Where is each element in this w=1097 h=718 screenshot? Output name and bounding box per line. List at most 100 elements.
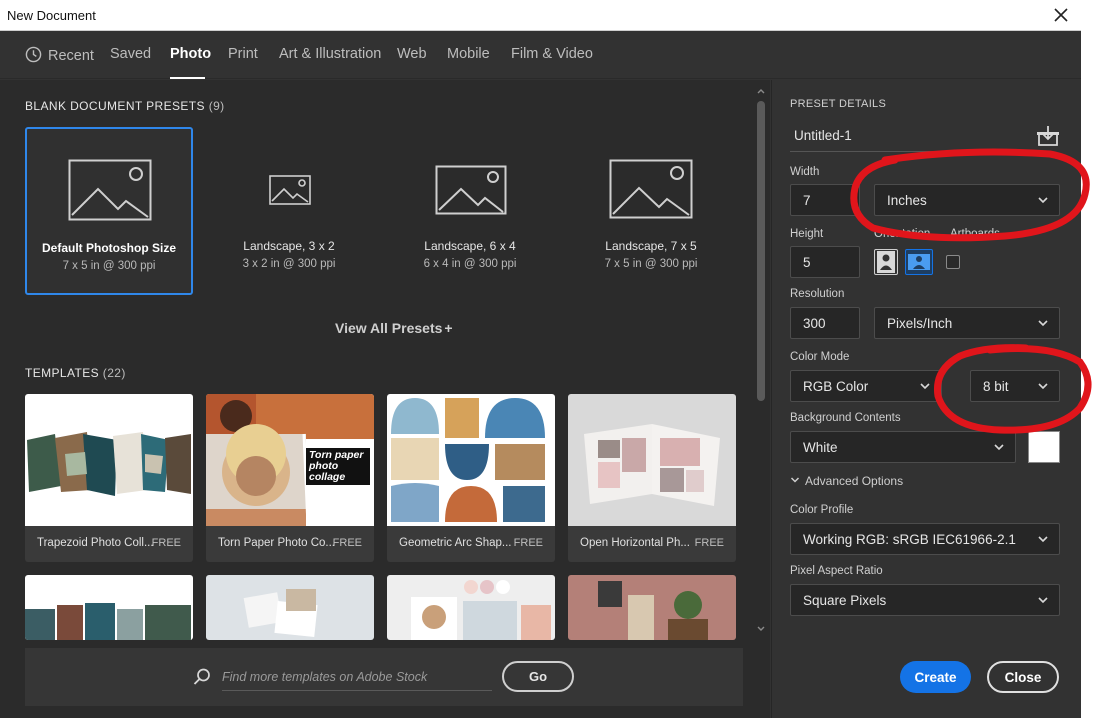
- resolution-unit-select[interactable]: Pixels/Inch: [874, 307, 1060, 339]
- save-preset-icon: [1037, 126, 1059, 146]
- plus-icon: +: [444, 320, 453, 336]
- close-button[interactable]: Close: [987, 661, 1059, 693]
- tab-mobile[interactable]: Mobile: [447, 46, 490, 62]
- width-input[interactable]: 7: [790, 184, 860, 216]
- thumb-caption: Torn paper photo collage: [306, 448, 370, 485]
- template-thumbnail: [568, 575, 736, 640]
- new-document-dialog: New Document Recent Saved Photo Print Ar…: [0, 0, 1081, 718]
- preset-name: Landscape, 7 x 5: [605, 239, 697, 253]
- image-placeholder-icon: [68, 159, 152, 221]
- window-title: New Document: [7, 8, 96, 23]
- template-thumbnail: [25, 575, 193, 640]
- template-name: Trapezoid Photo Coll...: [37, 537, 154, 549]
- template-card-row2-2[interactable]: [206, 575, 374, 640]
- background-contents-label: Background Contents: [790, 412, 901, 424]
- background-color-swatch[interactable]: [1028, 431, 1060, 463]
- preset-size: 3 x 2 in @ 300 ppi: [242, 258, 336, 270]
- templates-heading-label: TEMPLATES: [25, 366, 100, 380]
- bit-depth-select[interactable]: 8 bit: [970, 370, 1060, 402]
- document-name-field[interactable]: Untitled-1: [790, 122, 1030, 152]
- tab-film-video[interactable]: Film & Video: [511, 46, 593, 62]
- title-bar: New Document: [0, 0, 1081, 31]
- presets-scrollbar[interactable]: [754, 83, 768, 638]
- color-profile-value: Working RGB: sRGB IEC61966-2.1: [803, 532, 1016, 547]
- template-thumbnail: [387, 575, 555, 640]
- view-all-presets-link[interactable]: View All Presets +: [335, 320, 453, 336]
- preset-card-landscape-7x5[interactable]: Landscape, 7 x 5 7 x 5 in @ 300 ppi: [567, 127, 735, 295]
- template-thumbnail: Torn paper photo collage: [206, 394, 374, 526]
- image-placeholder-icon: [609, 159, 693, 219]
- tab-web[interactable]: Web: [397, 46, 427, 62]
- color-mode-label: Color Mode: [790, 351, 850, 363]
- tab-print[interactable]: Print: [228, 46, 258, 62]
- template-name: Geometric Arc Shap...: [399, 537, 512, 549]
- template-name: Open Horizontal Ph...: [580, 537, 690, 549]
- width-unit-select[interactable]: Inches: [874, 184, 1060, 216]
- height-input[interactable]: 5: [790, 246, 860, 278]
- advanced-options-toggle[interactable]: Advanced Options: [790, 474, 903, 488]
- tab-recent[interactable]: Recent: [25, 46, 94, 64]
- resolution-unit-value: Pixels/Inch: [887, 316, 953, 331]
- free-badge: FREE: [151, 537, 181, 549]
- search-icon: [193, 668, 210, 685]
- chevron-down-icon: [920, 383, 930, 390]
- template-card-open-horizontal[interactable]: Open Horizontal Ph... FREE: [568, 394, 736, 562]
- view-all-label: View All Presets: [335, 320, 443, 336]
- go-button[interactable]: Go: [502, 661, 574, 692]
- tab-photo[interactable]: Photo: [170, 46, 211, 62]
- resolution-input[interactable]: 300: [790, 307, 860, 339]
- preset-card-landscape-6x4[interactable]: Landscape, 6 x 4 6 x 4 in @ 300 ppi: [386, 127, 554, 295]
- preset-details-panel: PRESET DETAILS Untitled-1 Width 7 Inches…: [771, 80, 1081, 718]
- tab-saved[interactable]: Saved: [110, 46, 151, 62]
- scroll-down-icon[interactable]: [756, 623, 766, 633]
- close-icon: [1054, 8, 1068, 22]
- chevron-down-icon: [1038, 536, 1048, 543]
- free-badge: FREE: [694, 537, 724, 549]
- templates-heading: TEMPLATES (22): [25, 366, 126, 380]
- create-button[interactable]: Create: [900, 661, 971, 693]
- chevron-down-icon: [790, 477, 800, 483]
- chevron-down-icon: [994, 444, 1004, 451]
- artboards-checkbox[interactable]: [946, 255, 960, 269]
- landscape-button[interactable]: [905, 249, 933, 275]
- template-card-geometric-arc[interactable]: Geometric Arc Shap... FREE: [387, 394, 555, 562]
- template-thumbnail: [387, 394, 555, 526]
- preset-card-landscape-3x2[interactable]: Landscape, 3 x 2 3 x 2 in @ 300 ppi: [205, 127, 373, 295]
- save-preset-button[interactable]: [1036, 124, 1060, 148]
- width-label: Width: [790, 166, 820, 178]
- background-contents-value: White: [803, 440, 838, 455]
- portrait-button[interactable]: [874, 249, 898, 275]
- template-card-row2-4[interactable]: [568, 575, 736, 640]
- template-thumbnail: [568, 394, 736, 526]
- color-mode-value: RGB Color: [803, 379, 869, 394]
- template-name: Torn Paper Photo Co...: [218, 537, 335, 549]
- presets-panel: BLANK DOCUMENT PRESETS (9) Default Photo…: [0, 80, 770, 718]
- template-thumbnail: [206, 575, 374, 640]
- pixel-aspect-select[interactable]: Square Pixels: [790, 584, 1060, 616]
- color-mode-select[interactable]: RGB Color: [790, 370, 942, 402]
- template-card-row2-1[interactable]: [25, 575, 193, 640]
- template-card-torn-paper[interactable]: Torn paper photo collage Torn Paper Phot…: [206, 394, 374, 562]
- window-close-button[interactable]: [1049, 3, 1073, 27]
- chevron-down-icon: [1038, 320, 1048, 327]
- portrait-icon: [877, 251, 895, 273]
- clock-icon: [25, 46, 42, 63]
- width-unit-value: Inches: [887, 193, 927, 208]
- preset-card-default[interactable]: Default Photoshop Size 7 x 5 in @ 300 pp…: [25, 127, 193, 295]
- template-card-row2-3[interactable]: [387, 575, 555, 640]
- active-tab-indicator: [170, 77, 205, 79]
- template-thumbnail: [25, 394, 193, 526]
- color-profile-label: Color Profile: [790, 504, 854, 516]
- preset-name: Landscape, 3 x 2: [243, 239, 335, 253]
- stock-search-input[interactable]: [222, 663, 492, 691]
- scroll-up-icon[interactable]: [756, 87, 766, 97]
- color-profile-select[interactable]: Working RGB: sRGB IEC61966-2.1: [790, 523, 1060, 555]
- preset-name: Landscape, 6 x 4: [424, 239, 516, 253]
- scroll-thumb[interactable]: [757, 101, 765, 401]
- background-contents-select[interactable]: White: [790, 431, 1016, 463]
- tab-art-illustration[interactable]: Art & Illustration: [279, 46, 381, 62]
- free-badge: FREE: [513, 537, 543, 549]
- image-placeholder-icon: [269, 175, 311, 205]
- template-card-trapezoid[interactable]: Trapezoid Photo Coll... FREE: [25, 394, 193, 562]
- bit-depth-value: 8 bit: [983, 379, 1009, 394]
